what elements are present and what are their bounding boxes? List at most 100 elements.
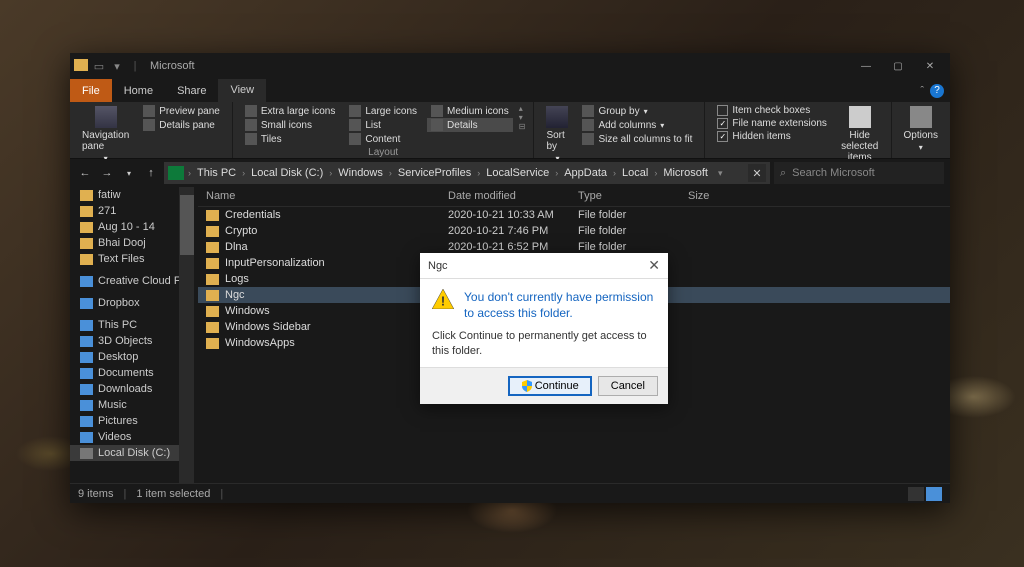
system-folder-icon: [80, 384, 93, 395]
close-button[interactable]: ✕: [914, 55, 946, 77]
layout-tiles[interactable]: Tiles: [241, 132, 339, 146]
tab-home[interactable]: Home: [112, 79, 165, 102]
system-folder-icon: [80, 276, 93, 287]
options-button[interactable]: Options▾: [900, 104, 942, 154]
view-thumbnails-icon[interactable]: [926, 487, 942, 501]
layout-content[interactable]: Content: [345, 132, 421, 146]
titlebar[interactable]: ▭ ▾ | Microsoft — ▢ ✕: [70, 53, 950, 79]
system-folder-icon: [80, 352, 93, 363]
up-button[interactable]: ↑: [142, 164, 160, 182]
tab-file[interactable]: File: [70, 79, 112, 102]
system-folder-icon: [80, 320, 93, 331]
layout-list[interactable]: List: [345, 118, 421, 132]
tree-item[interactable]: Text Files: [70, 251, 179, 267]
group-by-button[interactable]: Group by ▾: [578, 104, 696, 118]
qat-newfolder-icon[interactable]: ▾: [110, 59, 124, 73]
tree-item[interactable]: Bhai Dooj: [70, 235, 179, 251]
view-details-icon[interactable]: [908, 487, 924, 501]
continue-button[interactable]: Continue: [508, 376, 592, 396]
forward-button[interactable]: →: [98, 164, 116, 182]
system-folder-icon: [80, 368, 93, 379]
file-row[interactable]: Crypto2020-10-21 7:46 PMFile folder: [198, 223, 950, 239]
sort-by-button[interactable]: Sort by▾: [542, 104, 572, 165]
maximize-button[interactable]: ▢: [882, 55, 914, 77]
tree-item[interactable]: Desktop: [70, 349, 179, 365]
hide-selected-button[interactable]: Hide selected items: [837, 104, 883, 165]
status-count: 9 items: [78, 488, 113, 500]
tree-item[interactable]: This PC: [70, 317, 179, 333]
size-columns-button[interactable]: Size all columns to fit: [578, 132, 696, 146]
crumb-localservice[interactable]: LocalService: [482, 167, 553, 179]
item-checkboxes-toggle[interactable]: Item check boxes: [713, 104, 831, 117]
col-size[interactable]: Size: [680, 187, 760, 206]
tab-share[interactable]: Share: [165, 79, 218, 102]
folder-icon: [80, 238, 93, 249]
layout-extralarge[interactable]: Extra large icons: [241, 104, 339, 118]
layout-scroll-down[interactable]: ▾: [519, 113, 526, 122]
tree-item[interactable]: 3D Objects: [70, 333, 179, 349]
hidden-items-toggle[interactable]: ✓Hidden items: [713, 130, 831, 143]
col-type[interactable]: Type: [570, 187, 680, 206]
crumb-thispc[interactable]: This PC: [193, 167, 240, 179]
layout-details[interactable]: Details: [427, 118, 513, 132]
tree-item[interactable]: Dropbox: [70, 295, 179, 311]
dialog-title: Ngc: [428, 260, 448, 272]
nav-tree[interactable]: fatiw271Aug 10 - 14Bhai DoojText Files Cr…: [70, 187, 180, 483]
tree-item[interactable]: Local Disk (C:): [70, 445, 179, 461]
qat-properties-icon[interactable]: ▭: [92, 59, 106, 73]
ribbon-collapse-icon[interactable]: ˆ: [920, 85, 924, 97]
layout-large[interactable]: Large icons: [345, 104, 421, 118]
tree-item[interactable]: Documents: [70, 365, 179, 381]
dialog-heading: You don't currently have permission to a…: [464, 289, 656, 321]
warning-icon: !: [432, 289, 454, 309]
details-pane-button[interactable]: Details pane: [139, 118, 224, 132]
tab-view[interactable]: View: [218, 79, 266, 102]
search-input[interactable]: ⌕ Search Microsoft: [774, 162, 944, 184]
crumb-serviceprofiles[interactable]: ServiceProfiles: [394, 167, 475, 179]
file-extensions-toggle[interactable]: ✓File name extensions: [713, 117, 831, 130]
crumb-microsoft[interactable]: Microsoft: [659, 167, 712, 179]
back-button[interactable]: ←: [76, 164, 94, 182]
file-row[interactable]: Credentials2020-10-21 10:33 AMFile folde…: [198, 207, 950, 223]
col-name[interactable]: Name: [198, 187, 440, 206]
tree-item[interactable]: Music: [70, 397, 179, 413]
column-headers[interactable]: Name Date modified Type Size: [198, 187, 950, 207]
folder-icon: [206, 306, 219, 317]
tree-item[interactable]: 271: [70, 203, 179, 219]
crumb-windows[interactable]: Windows: [334, 167, 387, 179]
dialog-close-button[interactable]: ✕: [648, 257, 660, 274]
dialog-titlebar[interactable]: Ngc ✕: [420, 253, 668, 279]
tree-scrollbar[interactable]: [180, 187, 194, 483]
folder-icon: [206, 322, 219, 333]
folder-icon: [206, 290, 219, 301]
navigation-pane-button[interactable]: Navigation pane▾: [78, 104, 133, 165]
add-columns-button[interactable]: Add columns ▾: [578, 118, 696, 132]
refresh-button[interactable]: ✕: [748, 164, 766, 182]
tree-item[interactable]: Videos: [70, 429, 179, 445]
recent-dropdown[interactable]: ▾: [120, 164, 138, 182]
status-bar: 9 items | 1 item selected |: [70, 483, 950, 503]
breadcrumb[interactable]: › This PC› Local Disk (C:)› Windows› Ser…: [164, 162, 770, 184]
tree-item[interactable]: fatiw: [70, 187, 179, 203]
col-date[interactable]: Date modified: [440, 187, 570, 206]
layout-expand[interactable]: ⊟: [519, 122, 526, 131]
layout-small[interactable]: Small icons: [241, 118, 339, 132]
preview-pane-button[interactable]: Preview pane: [139, 104, 224, 118]
tree-item[interactable]: Aug 10 - 14: [70, 219, 179, 235]
crumb-appdata[interactable]: AppData: [560, 167, 611, 179]
tree-item[interactable]: Downloads: [70, 381, 179, 397]
ribbon-tabs: File Home Share View ˆ ?: [70, 79, 950, 102]
system-folder-icon: [80, 432, 93, 443]
tree-item[interactable]: Creative Cloud Files: [70, 273, 179, 289]
layout-medium[interactable]: Medium icons: [427, 104, 513, 118]
tree-item[interactable]: Pictures: [70, 413, 179, 429]
cancel-button[interactable]: Cancel: [598, 376, 658, 396]
crumb-local[interactable]: Local: [618, 167, 652, 179]
help-icon[interactable]: ?: [930, 84, 944, 98]
ribbon: Navigation pane▾ Preview pane Details pa…: [70, 102, 950, 159]
folder-icon: [80, 254, 93, 265]
folder-icon: [206, 210, 219, 221]
layout-scroll-up[interactable]: ▴: [519, 104, 526, 113]
crumb-localdisk[interactable]: Local Disk (C:): [247, 167, 327, 179]
minimize-button[interactable]: —: [850, 55, 882, 77]
